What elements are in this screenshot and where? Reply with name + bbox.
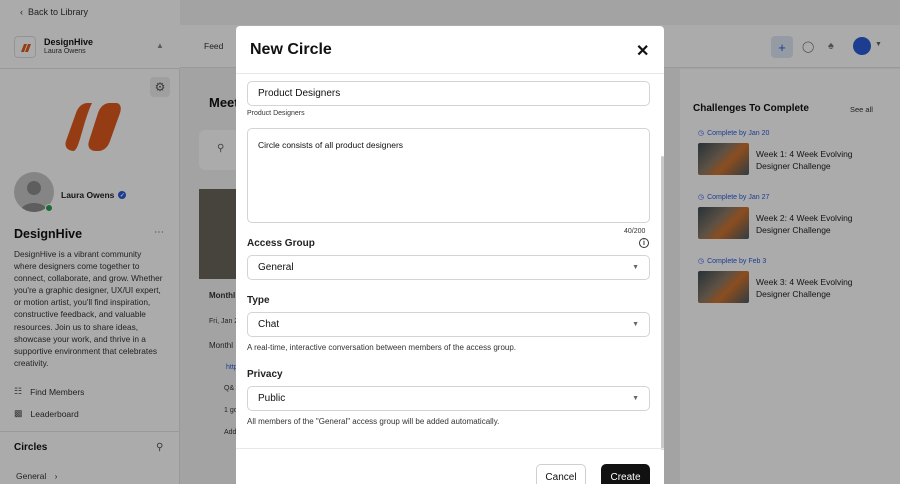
privacy-select[interactable]: Public ▼: [247, 386, 650, 411]
char-counter: 40/200: [624, 228, 646, 235]
privacy-value: Public: [258, 393, 286, 404]
circle-slug-preview: Product Designers: [247, 110, 305, 117]
access-group-select[interactable]: General ▼: [247, 255, 650, 280]
dialog-header: New Circle ✕: [236, 26, 664, 74]
type-label: Type: [247, 295, 270, 306]
type-value: Chat: [258, 319, 280, 330]
chevron-down-icon: ▼: [632, 264, 639, 271]
circle-name-value: Product Designers: [258, 88, 341, 99]
dialog-title: New Circle: [250, 41, 332, 58]
close-icon[interactable]: ✕: [636, 41, 649, 61]
dialog-body[interactable]: Product Designers Product Designers Circ…: [236, 74, 664, 448]
type-select[interactable]: Chat ▼: [247, 312, 650, 337]
cancel-button[interactable]: Cancel: [536, 464, 586, 484]
privacy-label: Privacy: [247, 369, 283, 380]
access-group-label: Access Group: [247, 238, 315, 249]
circle-description-value: Circle consists of all product designers: [258, 140, 404, 150]
circle-name-input[interactable]: Product Designers: [247, 81, 650, 106]
chevron-down-icon: ▼: [632, 321, 639, 328]
create-button[interactable]: Create: [601, 464, 650, 484]
scrollbar[interactable]: [661, 156, 664, 450]
chevron-down-icon: ▼: [632, 395, 639, 402]
type-helper-text: A real-time, interactive conversation be…: [247, 343, 517, 352]
dialog-footer: Cancel Create: [236, 448, 664, 484]
circle-description-textarea[interactable]: Circle consists of all product designers: [247, 128, 650, 223]
access-group-value: General: [258, 262, 294, 273]
privacy-helper-text: All members of the "General" access grou…: [247, 417, 500, 426]
info-icon[interactable]: i: [639, 238, 649, 248]
new-circle-dialog: New Circle ✕ Product Designers Product D…: [236, 26, 664, 484]
